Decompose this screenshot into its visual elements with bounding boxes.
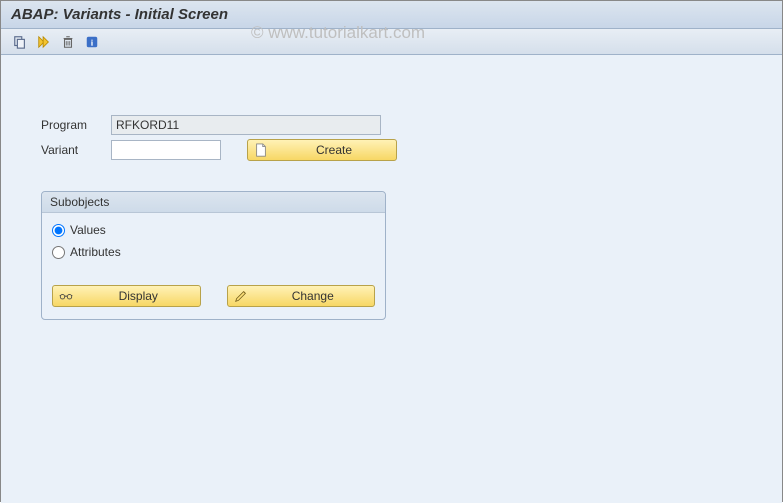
values-radio-label: Values [70, 223, 106, 237]
group-buttons: Display Change [42, 263, 385, 307]
create-button[interactable]: Create [247, 139, 397, 161]
toolbar: i [1, 29, 782, 55]
program-label: Program [41, 118, 111, 132]
create-button-label: Create [278, 143, 390, 157]
change-button-label: Change [258, 289, 369, 303]
delete-icon[interactable] [59, 33, 77, 51]
window-title: ABAP: Variants - Initial Screen [11, 6, 228, 23]
display-button[interactable]: Display [52, 285, 201, 307]
subobjects-group: Subobjects Values Attributes Display Cha… [41, 191, 386, 320]
values-radio[interactable] [52, 224, 65, 237]
subobjects-title: Subobjects [42, 192, 385, 213]
attributes-radio-row[interactable]: Attributes [42, 241, 385, 263]
content-area: Program Variant Create Subobjects Values… [1, 55, 782, 503]
pencil-icon [234, 289, 248, 303]
document-icon [254, 143, 268, 157]
variant-field[interactable] [111, 140, 221, 160]
glasses-icon [59, 289, 73, 303]
execute-icon[interactable] [35, 33, 53, 51]
values-radio-row[interactable]: Values [42, 219, 385, 241]
window-title-bar: ABAP: Variants - Initial Screen [1, 1, 782, 29]
variant-row: Variant Create [41, 139, 782, 161]
attributes-radio-label: Attributes [70, 245, 121, 259]
variant-label: Variant [41, 143, 111, 157]
copy-icon[interactable] [11, 33, 29, 51]
program-row: Program [41, 115, 782, 135]
info-icon[interactable]: i [83, 33, 101, 51]
program-field[interactable] [111, 115, 381, 135]
display-button-label: Display [83, 289, 194, 303]
change-button[interactable]: Change [227, 285, 376, 307]
attributes-radio[interactable] [52, 246, 65, 259]
